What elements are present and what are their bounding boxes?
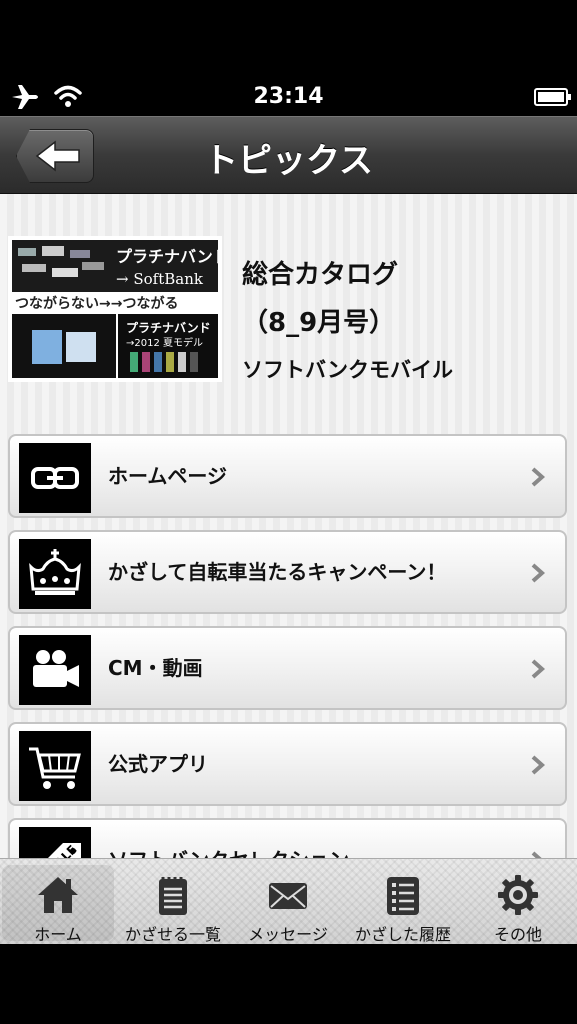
video-camera-icon [33, 650, 79, 687]
page-title: トピックス [204, 141, 373, 181]
menu-item-cm-video[interactable]: CM・動画 [8, 626, 567, 710]
menu-item-campaign[interactable]: かざして自転車当たるキャンペーン！ [8, 530, 567, 614]
chevron-right-icon [531, 659, 546, 679]
home-icon [38, 877, 78, 913]
tab-label: かざせる一覧 [124, 925, 221, 944]
chevron-right-icon [531, 467, 546, 487]
tab-label: メッセージ [248, 925, 328, 944]
tab-messages[interactable]: メッセージ [232, 865, 344, 944]
thumb-brand-line1: プラチナバンド [116, 247, 218, 266]
thumb-sub2: →2012 夏モデル [126, 336, 203, 349]
content-area[interactable]: プラチナバンド → SoftBank つながらない→→つながる プラチナバンド … [0, 194, 577, 858]
catalog-issue: （8_9月号） [242, 308, 396, 338]
bottom-bezel [0, 944, 577, 1024]
navigation-bar: トピックス [0, 116, 577, 194]
chevron-right-icon [531, 851, 542, 858]
menu-item-label: CM・動画 [108, 656, 203, 680]
tab-other[interactable]: その他 [462, 865, 574, 944]
tag-icon: SALE [46, 842, 81, 858]
catalog-cover-image: プラチナバンド → SoftBank つながらない→→つながる プラチナバンド … [12, 240, 218, 378]
tab-label: かざした履歴 [354, 925, 451, 944]
tab-home[interactable]: ホーム [2, 865, 114, 944]
chevron-right-icon [531, 563, 546, 583]
tab-bar: ホーム かざせる一覧 メッセージ かざした履歴 その他 [0, 858, 577, 944]
notepad-icon [159, 877, 187, 915]
crown-icon [29, 549, 81, 595]
menu-item-softbank-selection[interactable]: SALE ソフトバンクセレクション [8, 818, 567, 858]
battery-icon [534, 88, 571, 106]
menu-item-label: 公式アプリ [108, 752, 208, 776]
menu-item-label: ホームページ [108, 464, 227, 488]
tab-history[interactable]: かざした履歴 [347, 865, 459, 944]
thumb-sub: プラチナバンド [126, 320, 211, 335]
envelope-icon [269, 883, 307, 909]
thumb-brand-line2: → SoftBank [116, 270, 204, 288]
catalog-thumbnail[interactable]: プラチナバンド → SoftBank つながらない→→つながる プラチナバンド … [8, 236, 222, 382]
tab-label: その他 [493, 925, 542, 944]
shopping-cart-icon [29, 747, 81, 789]
list-icon [387, 877, 419, 915]
menu-item-label: かざして自転車当たるキャンペーン！ [108, 560, 447, 584]
link-icon [31, 467, 79, 489]
menu-item-official-app[interactable]: 公式アプリ [8, 722, 567, 806]
menu-item-homepage[interactable]: ホームページ [8, 434, 567, 518]
status-time: 23:14 [253, 84, 324, 109]
tab-label: ホーム [34, 925, 82, 944]
menu-item-label: ソフトバンクセレクション [108, 820, 349, 858]
gear-icon [498, 875, 538, 915]
tab-list[interactable]: かざせる一覧 [117, 865, 229, 944]
catalog-publisher: ソフトバンクモバイル [242, 358, 454, 382]
catalog-title: 総合カタログ [242, 260, 399, 290]
thumb-tagline: つながらない→→つながる [15, 295, 178, 312]
status-bar: 23:14 [0, 0, 577, 116]
chevron-right-icon [531, 755, 546, 775]
